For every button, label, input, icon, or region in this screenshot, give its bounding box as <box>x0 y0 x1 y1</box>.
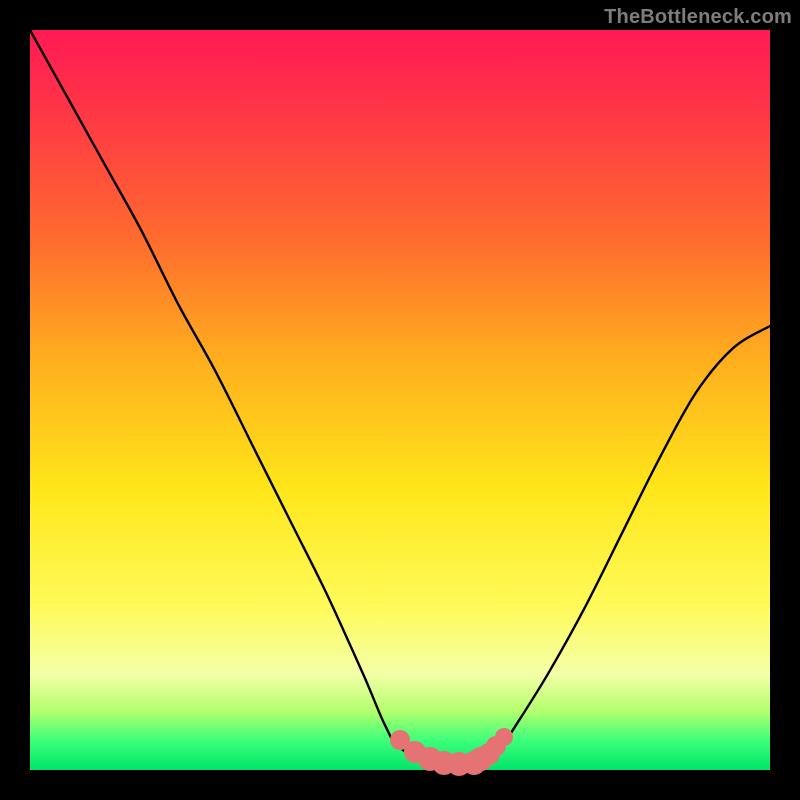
watermark-text: TheBottleneck.com <box>604 6 792 29</box>
chart-curve-layer <box>30 30 770 770</box>
chart-stage: TheBottleneck.com <box>0 0 800 800</box>
chart-curve <box>30 30 770 768</box>
